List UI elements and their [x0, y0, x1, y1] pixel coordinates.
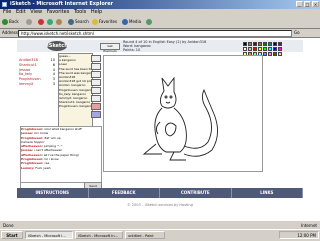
menu-file[interactable]: File: [3, 9, 11, 15]
minimize-button[interactable]: _: [296, 1, 303, 7]
refresh-icon: [47, 19, 53, 25]
page-footer: © 2003 – iSketch services by Hosting: [127, 203, 193, 207]
page-content: iSketch Get Premium Round 4 of 10 in Eng…: [0, 38, 320, 220]
menu-edit[interactable]: Edit: [16, 9, 26, 15]
color-swatch[interactable]: [268, 42, 272, 46]
ie-icon: [2, 2, 7, 7]
round-info: Round 4 of 10 in English Easy (2) by Ani…: [123, 40, 206, 52]
address-label: Address: [2, 30, 18, 35]
favorites-button[interactable]: Favorites: [92, 18, 117, 26]
nav-instructions[interactable]: INSTRUCTIONS: [17, 188, 89, 198]
color-swatch[interactable]: [278, 52, 282, 56]
nav-links[interactable]: LINKS: [232, 188, 303, 198]
game-header: iSketch Get Premium Round 4 of 10 in Eng…: [17, 40, 303, 56]
color-swatch[interactable]: [273, 47, 277, 51]
pen-tool-icon[interactable]: [91, 55, 101, 62]
color-swatch[interactable]: [273, 52, 277, 56]
menu-view[interactable]: View: [30, 9, 42, 15]
go-button[interactable]: Go: [294, 30, 312, 36]
color-swatch[interactable]: [263, 52, 267, 56]
title-bar: iSketch - Microsoft Internet Explorer _ …: [0, 0, 320, 9]
address-input[interactable]: http://www.isketch.net/isketch.shtml: [18, 30, 292, 37]
log-line: Proginhusen: kangaroo: [59, 104, 92, 109]
color-swatch[interactable]: [243, 47, 247, 51]
chat-author: Lemmy:: [21, 165, 35, 170]
color-swatch[interactable]: [248, 42, 252, 46]
menu-favorites[interactable]: Favorites: [47, 9, 70, 15]
fill-tool-icon[interactable]: [91, 71, 101, 78]
isketch-logo: iSketch: [47, 41, 68, 51]
forward-button[interactable]: [26, 18, 33, 26]
task-button-3[interactable]: untitled - Paint: [125, 231, 165, 239]
color-swatch[interactable]: [258, 42, 262, 46]
isketch-page: iSketch Get Premium Round 4 of 10 in Eng…: [17, 38, 303, 220]
system-clock: 12:00 PM: [279, 231, 319, 239]
clear-tool-icon[interactable]: [91, 103, 101, 110]
color-swatch[interactable]: [273, 42, 277, 46]
star-icon: [92, 19, 98, 25]
task-button-2[interactable]: iSketch - Microsoft In...: [75, 231, 123, 239]
task-button-1[interactable]: iSketch - Microsoft I...: [25, 231, 73, 239]
home-icon: [56, 19, 62, 25]
color-swatch[interactable]: [258, 47, 262, 51]
rect-tool-icon[interactable]: [91, 87, 101, 94]
back-arrow-icon: [2, 19, 8, 25]
color-swatch[interactable]: [268, 52, 272, 56]
chat-panel: Proginhusen: lolol what kangaroo stuff Je…: [20, 126, 102, 183]
forward-arrow-icon: [26, 19, 32, 25]
home-button[interactable]: [56, 18, 63, 26]
color-swatch[interactable]: [253, 47, 257, 51]
premium-button[interactable]: Get Premium: [100, 43, 120, 53]
close-button[interactable]: ×: [312, 1, 319, 7]
score-row: lemmyX 3: [19, 82, 55, 87]
eraser-tool-icon[interactable]: [91, 63, 101, 70]
history-button[interactable]: [146, 18, 153, 26]
circle-tool-icon[interactable]: [91, 95, 101, 102]
chat-text: Eat 'em up: [44, 135, 61, 140]
chat-message: Lemmy: Fuck yeah: [21, 166, 101, 170]
media-icon: [122, 19, 128, 25]
stop-button[interactable]: [38, 18, 45, 26]
color-swatch[interactable]: [263, 47, 267, 51]
search-button[interactable]: Search: [68, 18, 89, 26]
nav-bar: INSTRUCTIONS FEEDBACK CONTRIBUTE LINKS: [17, 188, 303, 198]
chat-text: Fuck yeah: [35, 165, 51, 170]
player-score: 3: [52, 81, 55, 86]
color-swatch[interactable]: [278, 47, 282, 51]
nav-contribute[interactable]: CONTRIBUTE: [160, 188, 232, 198]
undo-tool-icon[interactable]: [91, 111, 101, 118]
window-title: iSketch - Microsoft Internet Explorer: [10, 1, 114, 7]
kangaroo-drawing: [142, 76, 218, 161]
drawing-tools: [91, 55, 102, 135]
menu-tools[interactable]: Tools: [74, 9, 86, 15]
refresh-button[interactable]: [47, 18, 54, 26]
color-swatch[interactable]: [253, 42, 257, 46]
nav-feedback[interactable]: FEEDBACK: [89, 188, 160, 198]
color-palette: [243, 42, 282, 56]
drawing-canvas[interactable]: [103, 55, 263, 172]
search-icon: [68, 19, 74, 25]
points-text: Points: 10: [123, 48, 141, 52]
history-icon: [146, 19, 152, 25]
maximize-button[interactable]: □: [304, 1, 311, 7]
back-button[interactable]: Back: [2, 18, 19, 26]
stop-icon: [38, 19, 44, 25]
browser-window: iSketch - Microsoft Internet Explorer _ …: [0, 0, 320, 230]
color-swatch[interactable]: [243, 42, 247, 46]
color-swatch[interactable]: [248, 47, 252, 51]
player-name: lemmyX: [19, 81, 34, 86]
color-swatch[interactable]: [268, 47, 272, 51]
address-bar: Address http://www.isketch.net/isketch.s…: [0, 29, 320, 38]
color-swatch[interactable]: [263, 42, 267, 46]
start-button[interactable]: Start: [1, 231, 23, 239]
media-button[interactable]: Media: [122, 18, 141, 26]
chat-text: lolol what kangaroo stuff: [44, 127, 82, 131]
color-swatch[interactable]: [278, 42, 282, 46]
line-tool-icon[interactable]: [91, 79, 101, 86]
menu-help[interactable]: Help: [91, 9, 102, 15]
toolbar: Back Search Favorites Media: [0, 16, 320, 29]
taskbar: Start iSketch - Microsoft I... iSketch -…: [0, 229, 320, 241]
